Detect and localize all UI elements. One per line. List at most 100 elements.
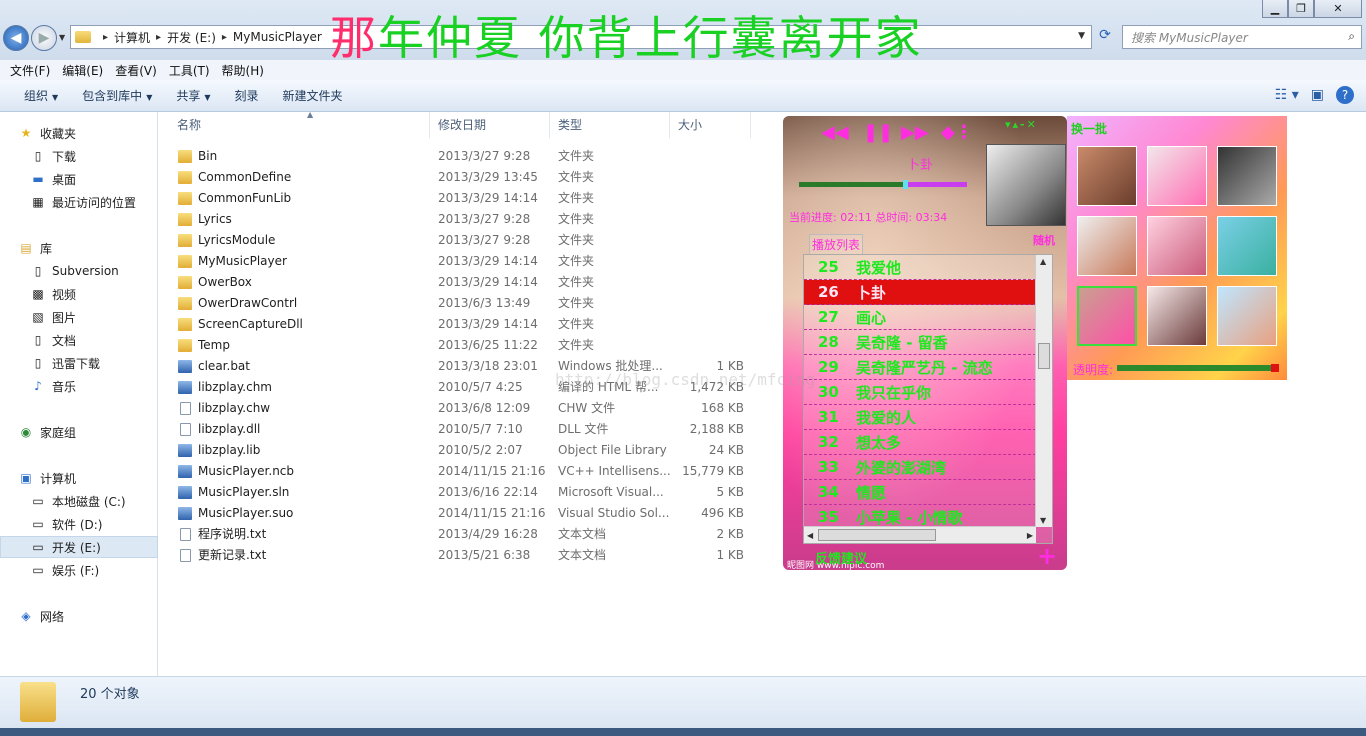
nav-videos[interactable]: ▩ 视频 (0, 283, 158, 305)
skin-thumbnail[interactable] (1217, 286, 1277, 346)
menu-view[interactable]: 查看(V) (109, 62, 163, 79)
file-row[interactable]: MusicPlayer.ncb 2014/11/15 21:16 VC++ Inte… (174, 461, 754, 482)
playlist-item[interactable]: 29 吴奇隆严艺丹 - 流恋 (804, 355, 1036, 380)
scroll-right-icon[interactable]: ▶ (1027, 531, 1033, 540)
breadcrumb-separator[interactable]: ▸ (222, 32, 227, 43)
playlist-item-playing[interactable]: 26 卜卦 (804, 280, 1036, 305)
column-name[interactable]: 名称 (170, 112, 430, 138)
playlist-item[interactable]: 25 我爱他 (804, 255, 1036, 280)
file-row[interactable]: libzplay.dll 2010/5/7 7:10 DLL 文件 2,188 KB (174, 419, 754, 440)
preview-pane-icon[interactable]: ▣ (1311, 87, 1324, 103)
file-row[interactable]: Lyrics 2013/3/27 9:28 文件夹 (174, 209, 754, 230)
nav-libraries[interactable]: ▤ 库 (0, 237, 158, 259)
file-row[interactable]: OwerBox 2013/3/29 14:14 文件夹 (174, 272, 754, 293)
playlist-vertical-scrollbar[interactable]: ▲ ▼ (1035, 255, 1052, 527)
nav-subversion[interactable]: ▯ Subversion (0, 260, 158, 282)
nav-desktop[interactable]: ▬ 桌面 (0, 168, 158, 190)
column-type[interactable]: 类型 (551, 112, 670, 138)
skin-thumbnail[interactable] (1147, 286, 1207, 346)
nav-pictures[interactable]: ▧ 图片 (0, 306, 158, 328)
address-dropdown-icon[interactable]: ▼ (1078, 31, 1085, 41)
menu-help[interactable]: 帮助(H) (216, 62, 270, 79)
share-button[interactable]: 共享 ▼ (164, 87, 222, 104)
recent-pages-dropdown[interactable]: ▼ (59, 33, 65, 42)
breadcrumb-computer[interactable]: 计算机 (114, 29, 150, 46)
nav-downloads[interactable]: ▯ 下载 (0, 145, 158, 167)
nav-music[interactable]: ♪ 音乐 (0, 375, 158, 397)
playlist-item[interactable]: 28 吴奇隆 - 留香 (804, 330, 1036, 355)
nav-xunlei[interactable]: ▯ 迅雷下载 (0, 352, 158, 374)
previous-track-button[interactable]: ◀◀ (821, 122, 849, 143)
nav-favorites[interactable]: ★ 收藏夹 (0, 122, 158, 144)
playlist-label[interactable]: 播放列表 (809, 234, 864, 255)
add-song-button[interactable]: + (1037, 542, 1057, 570)
new-folder-button[interactable]: 新建文件夹 (271, 87, 355, 104)
opacity-slider[interactable] (1117, 364, 1279, 372)
file-row[interactable]: CommonFunLib 2013/3/29 14:14 文件夹 (174, 188, 754, 209)
nav-documents[interactable]: ▯ 文档 (0, 329, 158, 351)
pause-button[interactable]: ❚❚ (863, 122, 893, 143)
close-button[interactable]: ✕ (1314, 0, 1362, 18)
burn-button[interactable]: 刻录 (223, 87, 271, 104)
scrollbar-thumb[interactable] (818, 529, 936, 541)
volume-icon[interactable]: ◆⋮ (941, 122, 973, 143)
playlist-item[interactable]: 30 我只在乎你 (804, 380, 1036, 405)
file-row[interactable]: MusicPlayer.sln 2013/6/16 22:14 Microsoft … (174, 482, 754, 503)
file-row[interactable]: ScreenCaptureDll 2013/3/29 14:14 文件夹 (174, 314, 754, 335)
include-in-library-button[interactable]: 包含到库中 ▼ (70, 87, 164, 104)
skin-thumbnail[interactable] (1217, 146, 1277, 206)
next-track-button[interactable]: ▶▶ (901, 122, 929, 143)
nav-network[interactable]: ◈ 网络 (0, 605, 158, 627)
nav-homegroup[interactable]: ◉ 家庭组 (0, 421, 158, 443)
file-row[interactable]: Temp 2013/6/25 11:22 文件夹 (174, 335, 754, 356)
progress-slider[interactable] (799, 180, 967, 189)
scroll-down-icon[interactable]: ▼ (1040, 516, 1046, 525)
playlist-item[interactable]: 31 我爱的人 (804, 405, 1036, 430)
maximize-button[interactable]: ❐ (1288, 0, 1314, 18)
feedback-button[interactable]: 反馈建议 (815, 548, 867, 567)
view-options-icon[interactable]: ☷ ▾ (1275, 87, 1299, 103)
menu-tools[interactable]: 工具(T) (163, 62, 216, 79)
search-input[interactable]: 搜索 MyMusicPlayer ⌕ (1122, 25, 1362, 49)
nav-drive-e[interactable]: ▭ 开发 (E:) (0, 536, 158, 558)
playlist-item[interactable]: 27 画心 (804, 305, 1036, 330)
scrollbar-thumb[interactable] (1038, 343, 1050, 369)
menu-file[interactable]: 文件(F) (4, 62, 56, 79)
file-row[interactable]: CommonDefine 2013/3/29 13:45 文件夹 (174, 167, 754, 188)
breadcrumb-mymusicplayer[interactable]: MyMusicPlayer (233, 30, 322, 44)
nav-drive-d[interactable]: ▭ 软件 (D:) (0, 513, 158, 535)
skin-thumbnail[interactable] (1077, 146, 1137, 206)
random-mode-button[interactable]: 随机 (1033, 232, 1055, 248)
file-row[interactable]: libzplay.chw 2013/6/8 12:09 CHW 文件 168 KB (174, 398, 754, 419)
opacity-slider-knob[interactable] (1271, 364, 1279, 372)
skin-thumbnail[interactable] (1147, 146, 1207, 206)
file-row[interactable]: OwerDrawContrl 2013/6/3 13:49 文件夹 (174, 293, 754, 314)
breadcrumb-separator[interactable]: ▸ (103, 32, 108, 43)
file-row[interactable]: 程序说明.txt 2013/4/29 16:28 文本文档 2 KB (174, 524, 754, 545)
nav-computer[interactable]: ▣ 计算机 (0, 467, 158, 489)
minimize-button[interactable]: ▁ (1262, 0, 1288, 18)
playlist-item[interactable]: 34 情愿 (804, 480, 1036, 505)
playlist-item[interactable]: 32 想太多 (804, 430, 1036, 455)
file-row[interactable]: LyricsModule 2013/3/27 9:28 文件夹 (174, 230, 754, 251)
change-skins-button[interactable]: 换一批 (1071, 120, 1107, 137)
player-window-controls[interactable]: ▾▴-✕ (1005, 118, 1038, 131)
menu-edit[interactable]: 编辑(E) (56, 62, 109, 79)
column-size[interactable]: 大小 (671, 112, 751, 138)
organize-button[interactable]: 组织 ▼ (12, 87, 70, 104)
scroll-left-icon[interactable]: ◀ (807, 531, 813, 540)
progress-knob[interactable] (903, 180, 909, 189)
forward-button[interactable]: ▶ (31, 25, 57, 51)
playlist-horizontal-scrollbar[interactable]: ◀ ▶ (804, 526, 1036, 543)
scroll-up-icon[interactable]: ▲ (1040, 257, 1046, 266)
nav-drive-f[interactable]: ▭ 娱乐 (F:) (0, 559, 158, 581)
file-row[interactable]: libzplay.lib 2010/5/2 2:07 Object File Lib… (174, 440, 754, 461)
help-icon[interactable]: ? (1336, 86, 1354, 104)
search-icon[interactable]: ⌕ (1348, 29, 1355, 44)
refresh-button[interactable]: ⟳ (1094, 27, 1116, 47)
skin-thumbnail[interactable] (1077, 216, 1137, 276)
skin-thumbnail-selected[interactable] (1077, 286, 1137, 346)
nav-recent[interactable]: ▦ 最近访问的位置 (0, 191, 158, 213)
back-button[interactable]: ◀ (3, 25, 29, 51)
column-date[interactable]: 修改日期 (431, 112, 550, 138)
